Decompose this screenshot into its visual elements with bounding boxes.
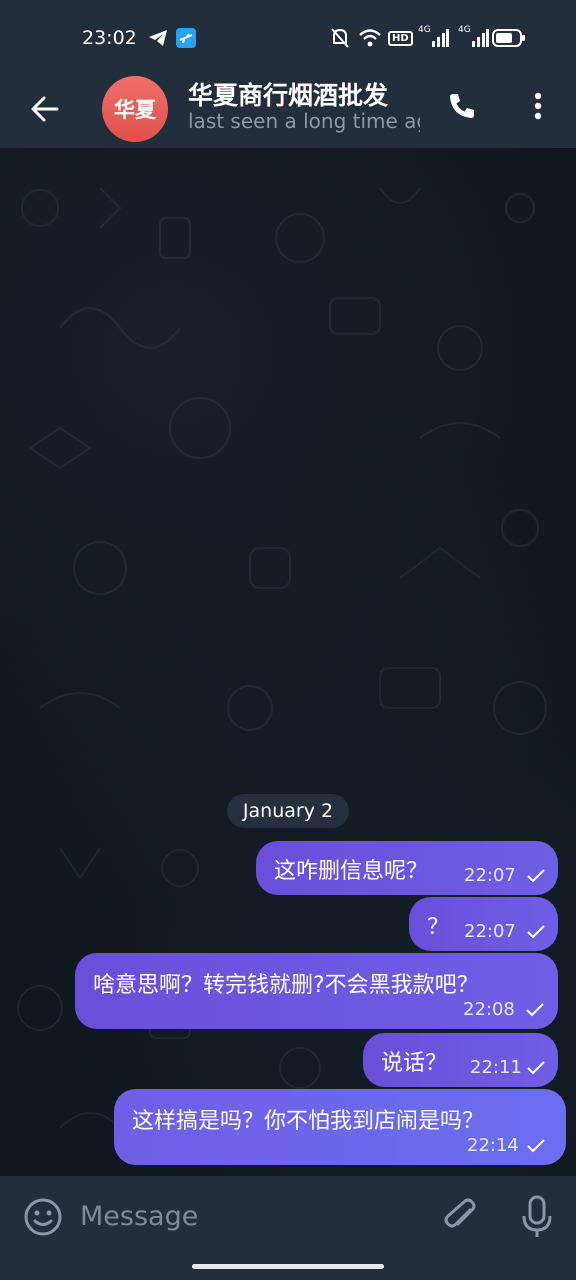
chat-title[interactable]: 华夏商行烟酒批发 (188, 76, 420, 112)
check-icon (527, 1139, 545, 1153)
check-icon (527, 869, 545, 883)
battery-icon (492, 24, 526, 52)
message-composer: Message (0, 1176, 576, 1280)
call-button[interactable] (440, 84, 484, 128)
avatar[interactable]: 华夏 (102, 76, 168, 142)
signal-label: 4G (418, 25, 431, 35)
more-button[interactable] (518, 84, 558, 128)
message-bubble[interactable]: ？ 22:07 (409, 897, 558, 951)
emoji-button[interactable] (22, 1196, 64, 1238)
message-time: 22:07 (464, 865, 516, 886)
hd-label: HD (388, 30, 413, 46)
chat-area[interactable]: January 2 这咋删信息呢？ 22:07 ？ 22:07 啥意思啊？转完钱… (0, 148, 576, 1176)
arrow-left-icon (31, 96, 59, 122)
message-text: 这咋删信息呢？ (274, 859, 429, 884)
check-icon (527, 925, 545, 939)
message-bubble[interactable]: 这样搞是吗？你不怕我到店闹是吗？ 22:14 (114, 1089, 566, 1165)
message-time: 22:08 (463, 999, 515, 1020)
status-bar: 23:02 HD 4G 4G (0, 0, 576, 76)
message-input[interactable]: Message (80, 1194, 420, 1238)
microphone-button[interactable] (516, 1194, 558, 1240)
bell-off-icon (330, 24, 350, 52)
signal-icon-2: 4G (458, 24, 489, 52)
message-text: 这样搞是吗？你不怕我到店闹是吗？ (132, 1109, 485, 1134)
phone-icon (450, 94, 474, 118)
attach-button[interactable] (440, 1196, 482, 1238)
signal-label-2: 4G (458, 25, 471, 35)
status-time: 23:02 (82, 27, 137, 49)
more-vert-icon (534, 92, 542, 120)
wifi-icon (358, 24, 382, 52)
message-time: 22:11 (470, 1057, 522, 1078)
back-button[interactable] (22, 86, 68, 132)
message-bubble[interactable]: 说话？ 22:11 (363, 1033, 558, 1087)
chat-header: 华夏 华夏商行烟酒批发 last seen a long time ago (0, 76, 576, 148)
signal-icon: 4G (418, 24, 449, 52)
message-text: ？ (427, 915, 450, 940)
message-time: 22:14 (467, 1135, 519, 1156)
message-text: 说话？ (381, 1051, 448, 1076)
check-icon (526, 1003, 544, 1017)
chat-status: last seen a long time ago (188, 109, 420, 133)
telegram-icon (148, 24, 168, 52)
message-bubble[interactable]: 这咋删信息呢？ 22:07 (256, 841, 558, 895)
message-time: 22:07 (464, 921, 516, 942)
home-indicator[interactable] (192, 1264, 384, 1269)
paperclip-icon (444, 1198, 476, 1228)
date-separator: January 2 (227, 794, 349, 828)
microphone-icon (522, 1195, 552, 1237)
hd-badge: HD (388, 24, 413, 52)
emoji-icon (24, 1198, 62, 1236)
message-text: 啥意思啊？转完钱就删?不会黑我款吧？ (93, 973, 479, 998)
message-bubble[interactable]: 啥意思啊？转完钱就删?不会黑我款吧？ 22:08 (75, 953, 558, 1029)
plane-icon (176, 24, 196, 52)
check-icon (527, 1061, 545, 1075)
